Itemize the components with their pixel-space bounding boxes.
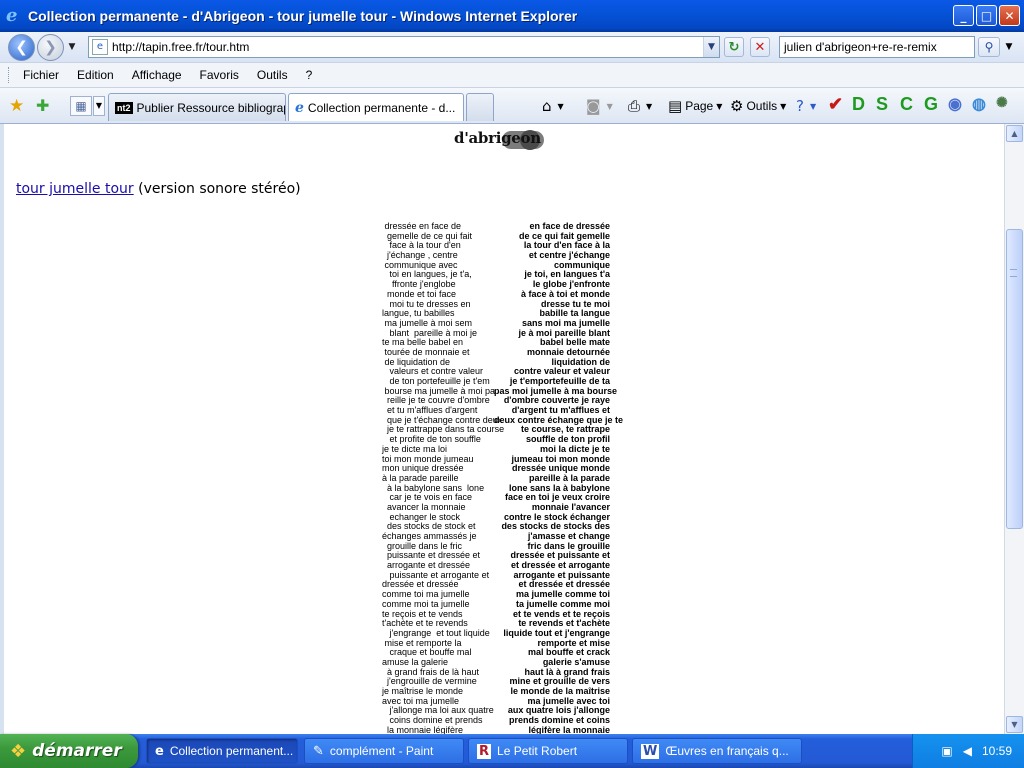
nt2-icon: nt2 <box>115 101 133 114</box>
tab-label: Collection permanente - d... <box>307 100 456 115</box>
task-collection-permanente[interactable]: e Collection permanent... <box>146 738 298 764</box>
feeds-button[interactable]: ◙ ▼ <box>586 96 613 116</box>
checkmark-icon[interactable]: ✔ <box>828 94 843 115</box>
site-logo: d'abrigeon <box>450 129 550 151</box>
monitor-icon[interactable]: ▣ <box>941 744 952 758</box>
menu-grip <box>8 67 11 83</box>
new-tab-button[interactable] <box>466 93 494 121</box>
system-tray: ▣ ◀ 10:59 <box>912 734 1024 768</box>
back-arrow-icon[interactable]: ◀ <box>963 744 972 758</box>
title-bar: e Collection permanente - d'Abrigeon - t… <box>0 0 1024 32</box>
poem-right-column: en face de dressée de ce qui fait gemelle… <box>494 221 623 734</box>
page-menu-label: Page <box>685 99 714 113</box>
ie-logo-icon: e <box>6 5 18 26</box>
extension-d-button[interactable]: D <box>852 94 865 115</box>
tab-publier-ressource[interactable]: nt2 Publier Ressource bibliograph... <box>108 93 286 121</box>
page-content: d'abrigeon tour jumelle tour (version so… <box>0 124 1004 734</box>
favorites-star-icon[interactable]: ★ <box>9 96 24 116</box>
window-controls: _ □ ✕ <box>953 5 1020 26</box>
rss-icon: ◙ <box>586 97 601 115</box>
page-heading: tour jumelle tour (version sonore stéréo… <box>16 181 301 197</box>
word-icon: W <box>641 743 660 759</box>
address-input[interactable]: http://tapin.free.fr/tour.htm <box>112 40 703 54</box>
address-dropdown-icon[interactable]: ▼ <box>703 37 719 57</box>
page-menu[interactable]: ▤ Page ▼ <box>668 96 722 116</box>
home-icon: ⌂ <box>542 97 552 115</box>
poem-left-line: la monnaie légifère <box>382 724 464 734</box>
task-label: Le Petit Robert <box>497 744 578 758</box>
globe-icon[interactable]: ◉ <box>948 94 962 114</box>
menu-affichage[interactable]: Affichage <box>132 68 182 82</box>
ie-task-icon: e <box>155 743 164 759</box>
start-button[interactable]: ❖ démarrer <box>0 734 138 768</box>
start-label: démarrer <box>32 741 122 761</box>
tab-label: Publier Ressource bibliograph... <box>136 100 286 115</box>
clock: 10:59 <box>981 744 1012 758</box>
research-icon[interactable]: ✺ <box>996 94 1008 111</box>
tour-jumelle-tour-link[interactable]: tour jumelle tour <box>16 181 134 197</box>
search-options-icon[interactable]: ▼ <box>1002 37 1016 57</box>
logo-text: d'abrigeon <box>454 129 541 147</box>
help-button[interactable]: ? ▼ <box>796 96 816 116</box>
ie-tab-icon: e <box>295 99 304 116</box>
home-button[interactable]: ⌂ ▼ <box>542 96 564 116</box>
tab-collection-permanente[interactable]: e Collection permanente - d... ✕ <box>288 93 464 121</box>
menu-outils[interactable]: Outils <box>257 68 288 82</box>
tab-list-dropdown-icon[interactable]: ▼ <box>93 96 105 116</box>
back-button[interactable]: ❮ <box>8 33 35 61</box>
task-petit-robert[interactable]: R Le Petit Robert <box>468 738 628 764</box>
search-input[interactable]: julien d'abrigeon+re-re-remix <box>779 36 975 58</box>
task-paint[interactable]: ✎ complément - Paint <box>304 738 464 764</box>
window-title: Collection permanente - d'Abrigeon - tou… <box>28 8 578 24</box>
tab-close-icon[interactable]: ✕ <box>461 101 463 115</box>
task-word-document[interactable]: W Œuvres en français q... <box>632 738 802 764</box>
page-icon: e <box>92 39 108 55</box>
task-label: Œuvres en français q... <box>665 744 789 758</box>
extension-g-button[interactable]: G <box>924 94 938 115</box>
help-icon: ? <box>796 97 804 115</box>
menu-bar: Fichier Edition Affichage Favoris Outils… <box>0 62 1024 88</box>
extension-c-button[interactable]: C <box>900 94 913 115</box>
extension-s-button[interactable]: S <box>876 94 888 115</box>
history-dropdown-icon[interactable]: ▼ <box>66 42 78 52</box>
forward-button[interactable]: ❯ <box>37 33 64 61</box>
world-icon[interactable]: ◍ <box>972 94 986 114</box>
menu-fichier[interactable]: Fichier <box>23 68 59 82</box>
poem-right-line: légifère la monnaie <box>528 724 610 734</box>
windows-flag-icon: ❖ <box>10 740 27 762</box>
poem-left-column: dressée en face de gemelle de ce qui fai… <box>382 221 504 734</box>
page-icon: ▤ <box>668 97 683 115</box>
maximize-button[interactable]: □ <box>976 5 997 26</box>
stop-button[interactable]: ✕ <box>750 37 770 57</box>
scroll-down-button[interactable]: ▼ <box>1006 716 1023 733</box>
address-bar[interactable]: e http://tapin.free.fr/tour.htm ▼ <box>88 36 720 58</box>
vertical-scrollbar[interactable]: ▲ ▼ <box>1004 124 1024 734</box>
tools-menu-label: Outils <box>746 99 778 113</box>
scroll-up-button[interactable]: ▲ <box>1006 125 1023 142</box>
close-button[interactable]: ✕ <box>999 5 1020 26</box>
menu-favoris[interactable]: Favoris <box>200 68 239 82</box>
taskbar: ❖ démarrer e Collection permanent... ✎ c… <box>0 734 1024 768</box>
robert-icon: R <box>477 743 492 759</box>
add-favorite-icon[interactable]: ✚ <box>36 96 49 115</box>
print-button[interactable]: ⎙ ▼ <box>628 96 652 116</box>
tools-menu[interactable]: ⚙ Outils ▼ <box>730 96 786 116</box>
task-label: complément - Paint <box>329 744 434 758</box>
printer-icon: ⎙ <box>628 97 641 115</box>
paint-icon: ✎ <box>313 743 324 759</box>
task-label: Collection permanent... <box>169 744 294 758</box>
tab-bar: ★ ✚ ▦ ▼ nt2 Publier Ressource bibliograp… <box>0 88 1024 124</box>
menu-edition[interactable]: Edition <box>77 68 114 82</box>
menu-help[interactable]: ? <box>306 68 313 82</box>
refresh-button[interactable]: ↻ <box>724 37 744 57</box>
link-suffix: (version sonore stéréo) <box>133 181 301 197</box>
navigation-bar: ❮ ❯ ▼ e http://tapin.free.fr/tour.htm ▼ … <box>0 32 1024 62</box>
minimize-button[interactable]: _ <box>953 5 974 26</box>
quick-tabs-icon[interactable]: ▦ <box>70 96 92 116</box>
gear-icon: ⚙ <box>730 97 744 115</box>
scroll-grip <box>1010 269 1017 277</box>
search-icon[interactable]: ⚲ <box>978 37 1000 57</box>
